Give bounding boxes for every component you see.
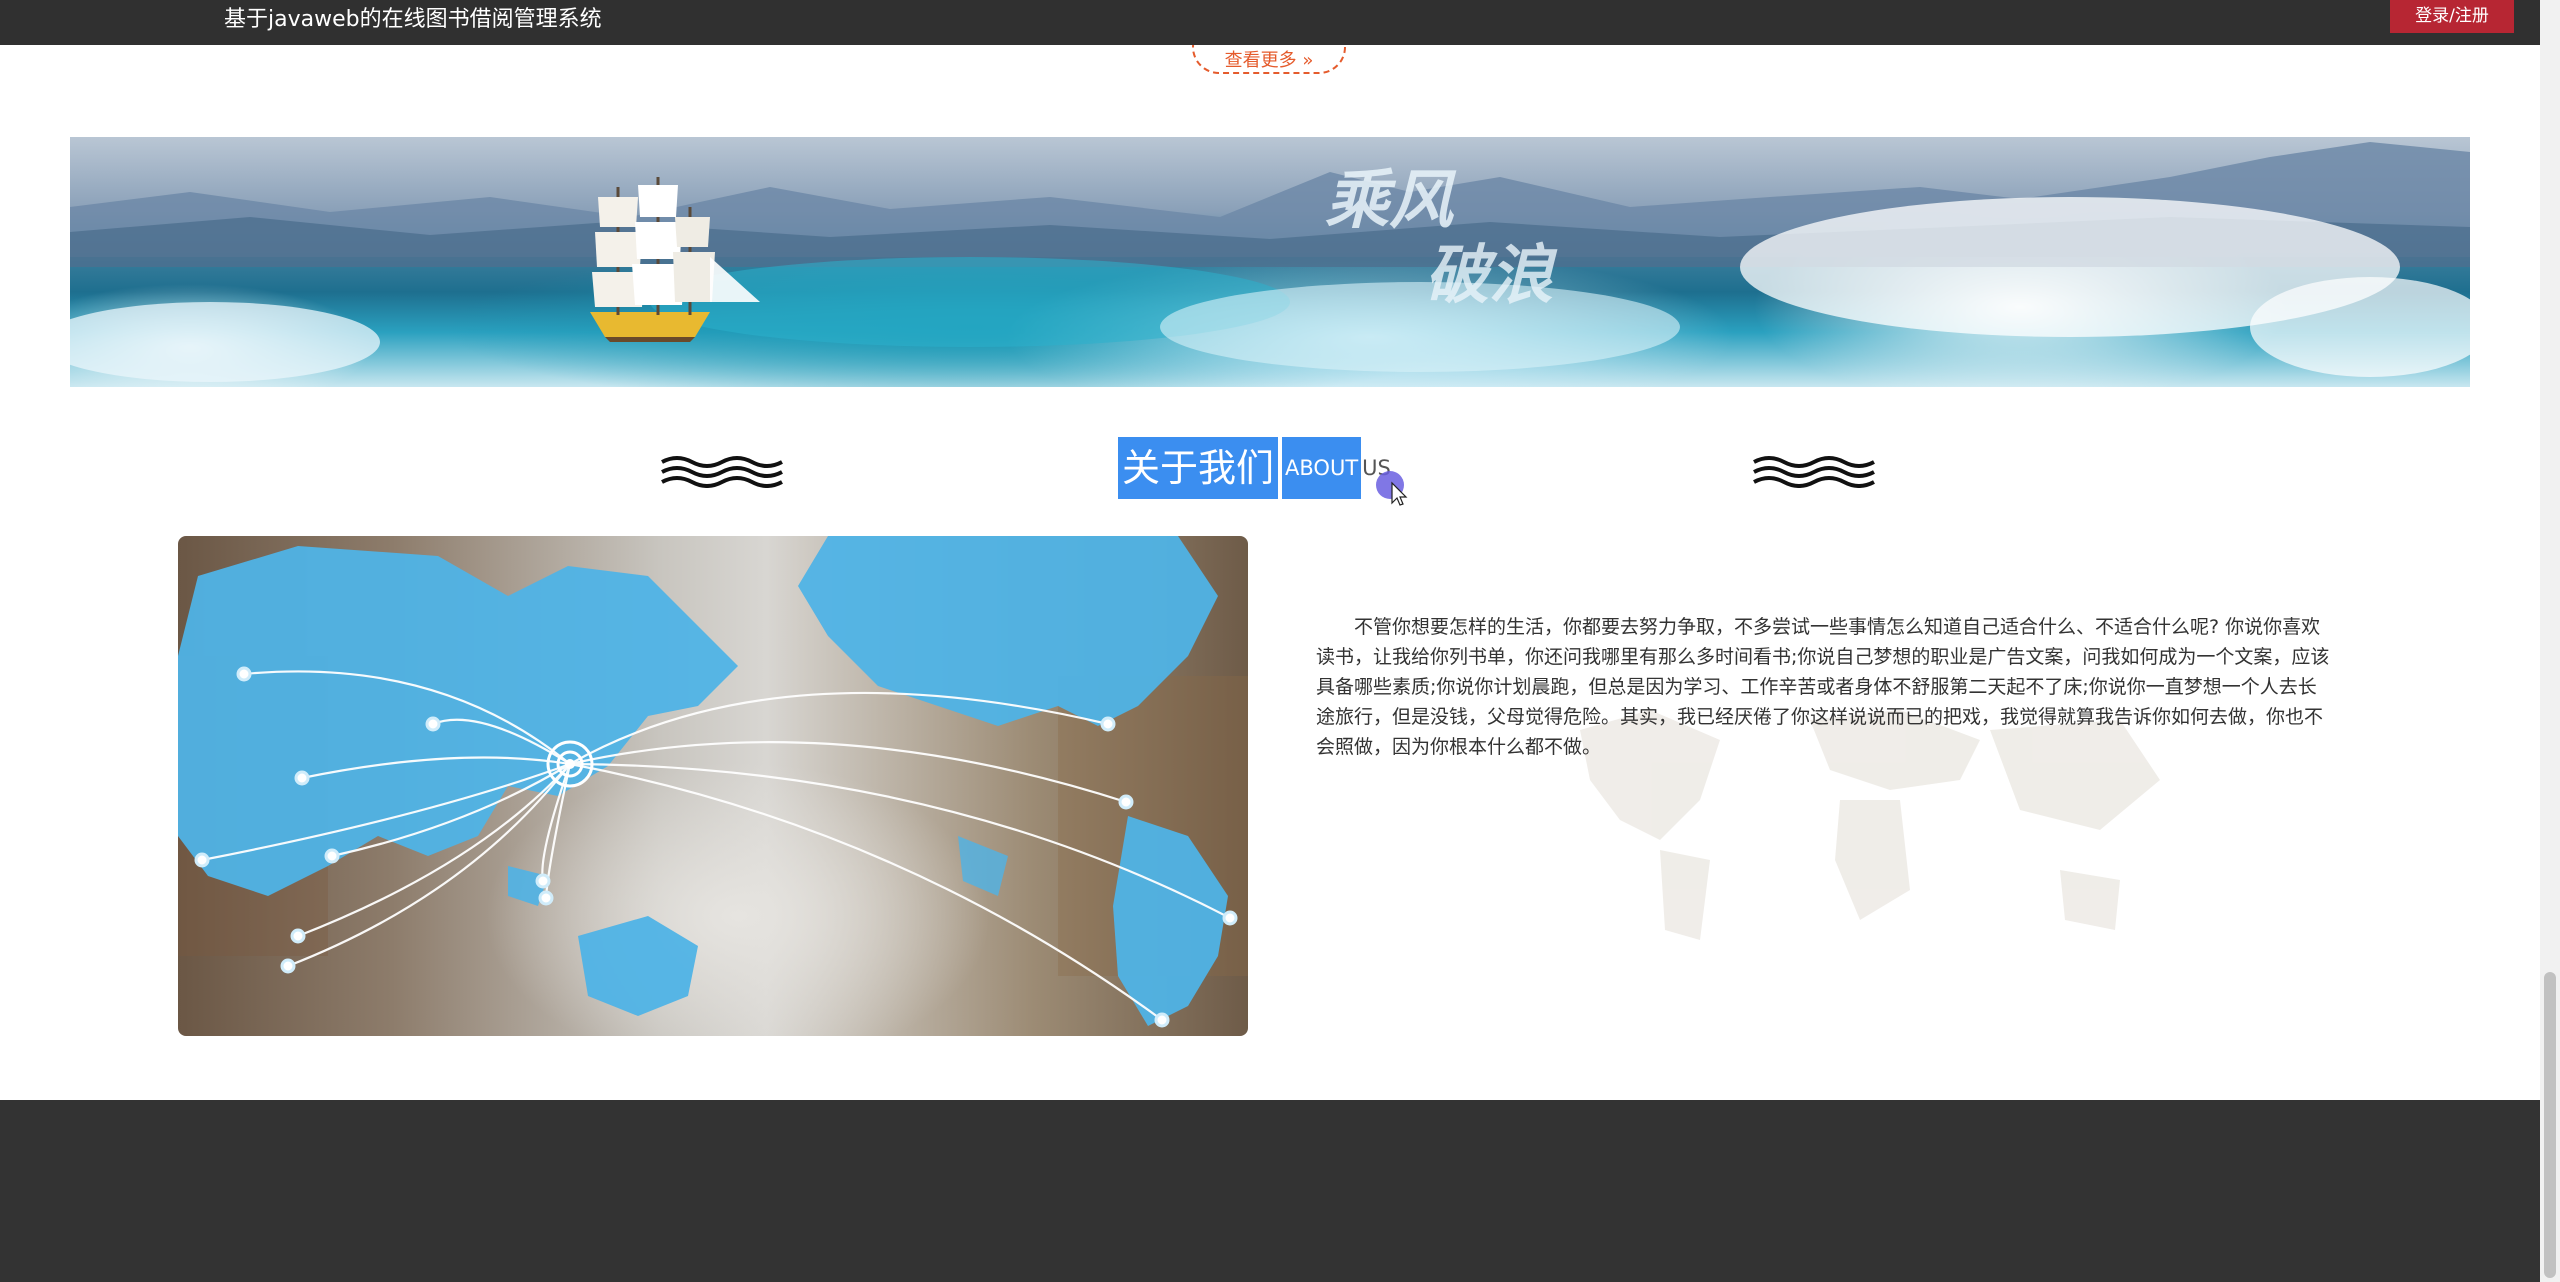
banner-artwork: 乘风 破浪 — [70, 142, 2470, 382]
page-scrollbar[interactable] — [2540, 0, 2560, 1282]
site-title[interactable]: 基于javaweb的在线图书借阅管理系统 — [224, 5, 602, 35]
footer — [0, 1100, 2540, 1282]
banner-caption-2: 破浪 — [1425, 238, 1558, 313]
scrollbar-thumb[interactable] — [2544, 972, 2556, 1278]
top-navbar: 基于javaweb的在线图书借阅管理系统 登录/注册 — [0, 0, 2540, 45]
banner-caption-1: 乘风 — [1325, 163, 1457, 238]
mouse-cursor-icon — [1376, 471, 1408, 506]
wave-decoration-right — [1753, 456, 1875, 488]
banner-image: 乘风 破浪 — [70, 137, 2470, 387]
wave-decoration-left — [661, 456, 783, 488]
about-title-cn: 关于我们 — [1118, 437, 1279, 499]
about-paragraph: 不管你想要怎样的生活，你都要去努力争取，不多尝试一些事情怎么知道自己适合什么、不… — [1316, 616, 2330, 758]
about-title-en: ABOUT — [1282, 437, 1362, 499]
about-heading: 关于我们 ABOUT US — [1118, 437, 1391, 499]
about-image — [178, 536, 1248, 1036]
world-logistics-illustration — [178, 536, 1248, 1028]
login-register-button[interactable]: 登录/注册 — [2390, 0, 2514, 33]
